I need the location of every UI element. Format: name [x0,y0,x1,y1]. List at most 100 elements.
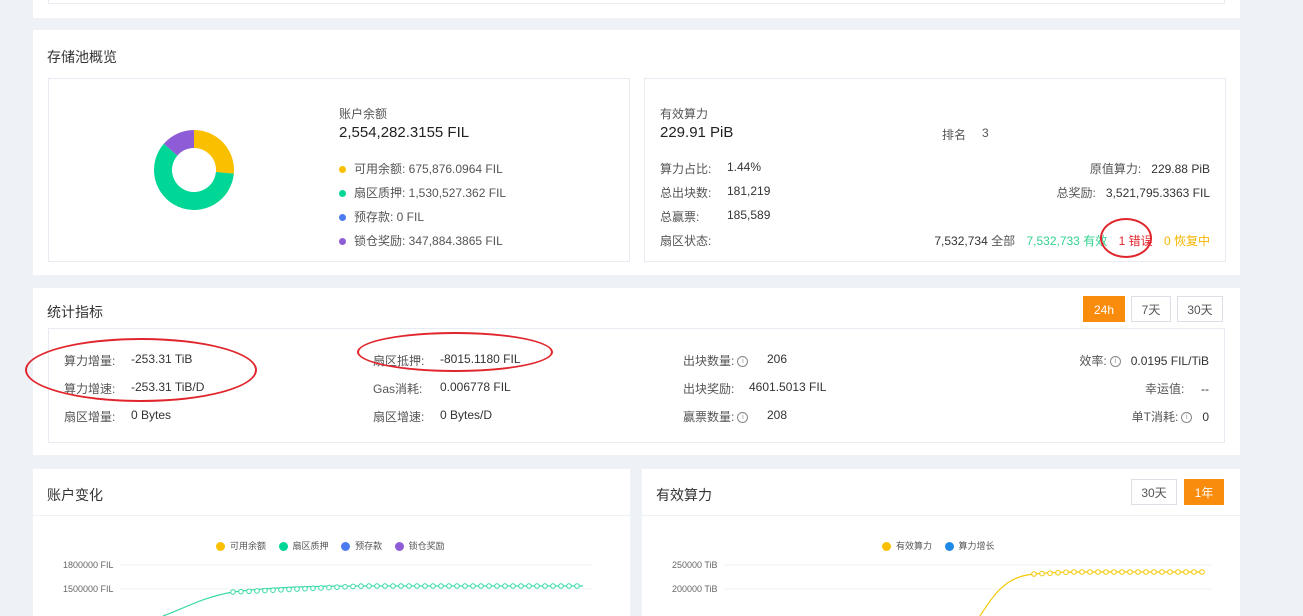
pledge-point [374,583,380,589]
pledge-point [526,583,532,589]
raw-power-value: 229.88 PiB [1151,162,1210,176]
pool-overview-title: 存储池概览 [47,49,117,65]
balance-panel: 账户余额 2,554,282.3155 FIL 可用余额: 675,876.09… [48,78,630,262]
balance-item-label: 可用余额: 675,876.0964 FIL [354,162,503,176]
power-point [1191,569,1197,575]
power-point [1087,569,1093,575]
blocks-value: 206 [767,352,788,366]
donut-slice[interactable] [194,130,234,174]
balance-label: 账户余额 [339,107,388,121]
total-tickets-label: 总赢票: [660,210,700,224]
tickets-label-wrap: 赢票数量: i [683,408,749,425]
power-point [1175,569,1181,575]
efficiency: 效率: i 0.0195 FIL/TiB [1079,352,1209,369]
pledge-series-line [162,585,583,616]
power-point [1143,569,1149,575]
pledge-point [342,584,348,590]
pledge-point [230,589,236,595]
info-icon[interactable]: i [737,356,749,368]
pledge-point [390,583,396,589]
pledge-point [494,583,500,589]
power-point [1047,570,1053,576]
sector-rate-value: 0 Bytes/D [440,408,493,422]
total-reward-value: 3,521,795.3363 FIL [1105,186,1210,200]
pledge-point [486,583,492,589]
power-inc-highlight-ellipse [25,338,257,402]
pledge-point [542,583,548,589]
rank-label: 排名 [942,128,967,142]
pledge-point [334,584,340,590]
sector-inc-value: 0 Bytes [131,408,172,422]
balance-item-locked: 锁仓奖励: 347,884.3865 FIL [339,232,503,249]
luck: 幸运值: -- [1145,380,1209,397]
info-icon[interactable]: i [1181,412,1193,424]
raw-power-label: 原值算力: [1089,162,1142,176]
unit-cost-value: 0 [1202,410,1209,424]
tab-30d[interactable]: 30天 [1177,296,1223,322]
pledge-point [278,586,284,593]
sector-active: 7,532,733 [1026,234,1080,248]
pledge-point [382,583,388,589]
power-point [1111,569,1117,575]
tab-7d[interactable]: 7天 [1131,296,1171,322]
tab-24h[interactable]: 24h [1083,296,1125,322]
rank-value: 3 [982,126,989,140]
pledge-point [534,583,540,589]
total-reward: 总奖励: 3,521,795.3363 FIL [1057,184,1210,201]
sector-total: 7,532,734 [934,234,988,248]
pledge-point [326,584,332,591]
power-point [1151,569,1157,575]
power-point [1199,569,1205,575]
efficiency-label: 效率: [1079,354,1107,368]
balance-value: 2,554,282.3155 FIL [339,124,470,141]
power-point [1167,569,1173,575]
pledge-point [518,583,524,589]
balance-item-label: 预存款: 0 FIL [354,210,425,224]
power-point [1127,569,1133,575]
power-value: 229.91 PiB [660,124,734,141]
pledge-point [262,587,268,594]
gas-value: 0.006778 FIL [440,380,511,394]
power-point [1079,569,1085,575]
info-icon[interactable]: i [737,412,749,424]
pledge-point [502,583,508,589]
sector-inc-label: 扇区增量: [64,410,116,424]
pledge-point [406,583,412,589]
available-dot [339,166,346,174]
pledge-point [558,583,564,589]
pledge-point [574,583,580,589]
power-chart-card: 有效算力 30天 1年 有效算力 算力增长 250000 TiB 200000 … [642,469,1240,616]
stats-title: 统计指标 [47,304,103,320]
pledge-point [438,583,444,589]
info-icon[interactable]: i [1109,356,1121,368]
unit-cost: 单T消耗: i 0 [1132,408,1209,425]
pledge-point [270,587,276,593]
sector-rate-label: 扇区增速: [373,410,425,424]
pledge-point [454,583,460,589]
total-reward-label: 总奖励: [1056,186,1096,200]
power-point [1159,569,1165,575]
pool-overview-card: 存储池概览 账户余额 2,554,282.3155 FIL 可用余额: 675,… [33,30,1240,275]
efficiency-value: 0.0195 FIL/TiB [1130,354,1209,368]
pledge-point [318,585,324,591]
top-card [33,0,1240,18]
power-label: 有效算力 [660,107,709,121]
block-reward-label: 出块奖励: [683,382,735,396]
blocks-label: 出块数量: [683,354,735,368]
pledge-point [350,583,356,590]
power-share-label: 算力占比: [660,162,712,176]
tickets-label: 赢票数量: [683,410,735,424]
power-point [1103,569,1109,575]
sector-recover-label: 恢复中 [1173,234,1210,248]
pledge-point [446,583,452,589]
error-highlight-ellipse [1100,218,1152,258]
luck-value: -- [1201,382,1209,396]
pledge-point [358,583,364,589]
pledge-point [470,583,476,589]
top-inner [48,0,1225,4]
power-point [1039,570,1045,577]
pledge-point [430,583,436,589]
power-share-value: 1.44% [727,160,762,174]
balance-donut-chart [154,130,234,210]
luck-label: 幸运值: [1144,382,1185,396]
